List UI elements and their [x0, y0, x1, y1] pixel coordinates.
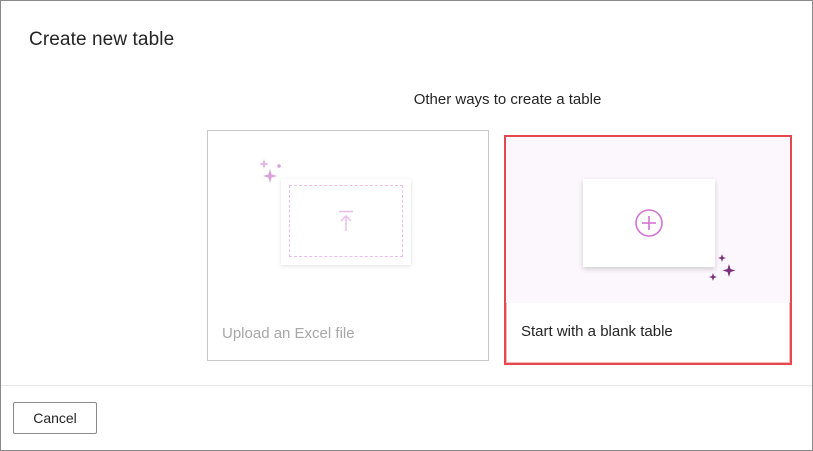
blank-table-card[interactable]: Start with a blank table [504, 135, 792, 365]
upload-excel-label: Upload an Excel file [222, 325, 355, 342]
plus-circle-icon [635, 209, 663, 237]
dialog-subtitle: Other ways to create a table [413, 91, 602, 108]
sparkle-icon [709, 254, 736, 281]
blank-table-illustration [583, 179, 715, 267]
cancel-button[interactable]: Cancel [13, 402, 97, 434]
upload-illustration [281, 179, 411, 265]
footer-divider [1, 385, 812, 386]
upload-arrow-icon [339, 210, 353, 231]
drop-zone [289, 185, 403, 257]
create-table-dialog: Create new table Other ways to create a … [0, 0, 813, 451]
dialog-title: Create new table [29, 29, 175, 50]
upload-excel-card[interactable]: Upload an Excel file [207, 130, 489, 361]
blank-table-label: Start with a blank table [521, 323, 673, 340]
